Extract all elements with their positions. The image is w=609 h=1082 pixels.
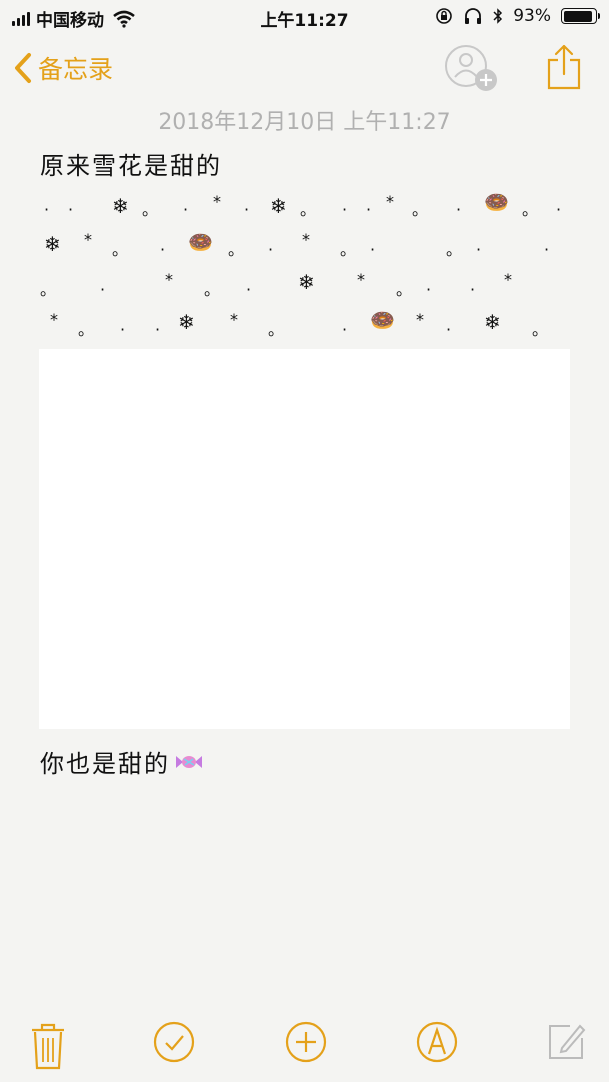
pattern-dot: · — [244, 200, 250, 219]
pattern-ring: 。 — [522, 200, 539, 219]
pattern-ring: 。 — [204, 280, 221, 299]
pattern-star: * — [213, 192, 221, 211]
pattern-dot: · — [544, 240, 550, 259]
pattern-star: * — [230, 310, 238, 329]
pattern-dot: · — [183, 200, 189, 219]
add-icon[interactable] — [284, 1020, 328, 1064]
pattern-dot: · — [160, 240, 166, 259]
pattern-dot: · — [120, 320, 126, 339]
pattern-star: * — [504, 270, 512, 289]
pattern-dot: · — [342, 200, 348, 219]
add-person-icon[interactable] — [444, 44, 500, 94]
pattern-dot: · — [268, 240, 274, 259]
donut-icon: 🍩 — [188, 230, 213, 254]
pattern-ring: 。 — [412, 200, 429, 219]
compose-icon[interactable] — [546, 1020, 588, 1062]
markup-icon[interactable] — [415, 1020, 459, 1064]
pattern-dot: · — [68, 200, 74, 219]
snowflake-pattern: · · ❄。 · * · ❄。 · · *。 · 🍩。 · ❄ *。 · 🍩。 · *。 ·。 · ·。 · *。 · ❄ *。 · ·… — [0, 180, 609, 345]
snowflake-icon: ❄ — [44, 232, 61, 256]
pattern-ring: 。 — [142, 200, 159, 219]
battery-icon — [561, 8, 600, 24]
donut-icon: 🍩 — [484, 190, 509, 214]
note-line-2[interactable]: 你也是甜的 — [40, 744, 204, 779]
pattern-ring: 。 — [228, 240, 245, 259]
back-label: 备忘录 — [38, 55, 114, 84]
snowflake-icon: ❄ — [298, 270, 315, 294]
snowflake-icon: ❄ — [484, 310, 501, 334]
pattern-star: * — [416, 310, 424, 329]
pattern-ring: 。 — [268, 320, 285, 339]
pattern-dot: · — [426, 280, 432, 299]
note-title[interactable]: 原来雪花是甜的 — [40, 146, 222, 181]
pattern-star: * — [302, 230, 310, 249]
back-button[interactable]: 备忘录 — [14, 50, 113, 86]
share-icon[interactable] — [544, 42, 584, 92]
pattern-star: * — [386, 192, 394, 211]
pattern-ring: 。 — [112, 240, 129, 259]
pattern-ring: 。 — [396, 280, 413, 299]
pattern-dot: · — [155, 320, 161, 339]
pattern-dot: · — [342, 320, 348, 339]
pattern-star: * — [357, 270, 365, 289]
pattern-star: * — [50, 310, 58, 329]
snowflake-icon: ❄ — [178, 310, 195, 334]
rotation-lock-icon — [436, 8, 453, 24]
status-right: 93% — [435, 6, 600, 26]
nav-bar: 备忘录 — [0, 40, 609, 100]
pattern-dot: · — [246, 280, 252, 299]
pattern-dot: · — [556, 200, 562, 219]
headphones-icon — [465, 8, 482, 24]
pattern-ring: 。 — [78, 320, 95, 339]
pattern-dot: · — [370, 240, 376, 259]
pattern-star: * — [84, 230, 92, 249]
status-bar: 中国移动 上午11:27 93% — [0, 0, 609, 36]
donut-icon: 🍩 — [370, 308, 395, 332]
chevron-left-icon — [15, 53, 31, 83]
checklist-icon[interactable] — [152, 1020, 196, 1064]
trash-icon[interactable] — [28, 1020, 68, 1072]
pattern-dot: · — [456, 200, 462, 219]
pattern-ring: 。 — [40, 280, 57, 299]
pattern-ring: 。 — [532, 320, 549, 339]
battery-percent: 93% — [513, 6, 551, 26]
pattern-dot: · — [476, 240, 482, 259]
pattern-dot: · — [470, 280, 476, 299]
image-attachment[interactable] — [39, 349, 570, 729]
pattern-ring: 。 — [446, 240, 463, 259]
snowflake-icon: ❄ — [270, 194, 287, 218]
note-date: 2018年12月10日 上午11:27 — [158, 110, 451, 135]
bluetooth-icon — [493, 8, 503, 24]
pattern-star: * — [165, 270, 173, 289]
snowflake-icon: ❄ — [112, 194, 129, 218]
pattern-ring: 。 — [300, 200, 317, 219]
pattern-dot: · — [44, 200, 50, 219]
candy-icon — [176, 755, 202, 768]
note-line-2-text: 你也是甜的 — [40, 750, 170, 778]
pattern-dot: · — [446, 320, 452, 339]
pattern-ring: 。 — [340, 240, 357, 259]
pattern-dot: · — [366, 200, 372, 219]
pattern-dot: · — [100, 280, 106, 299]
bottom-toolbar — [0, 1012, 609, 1082]
